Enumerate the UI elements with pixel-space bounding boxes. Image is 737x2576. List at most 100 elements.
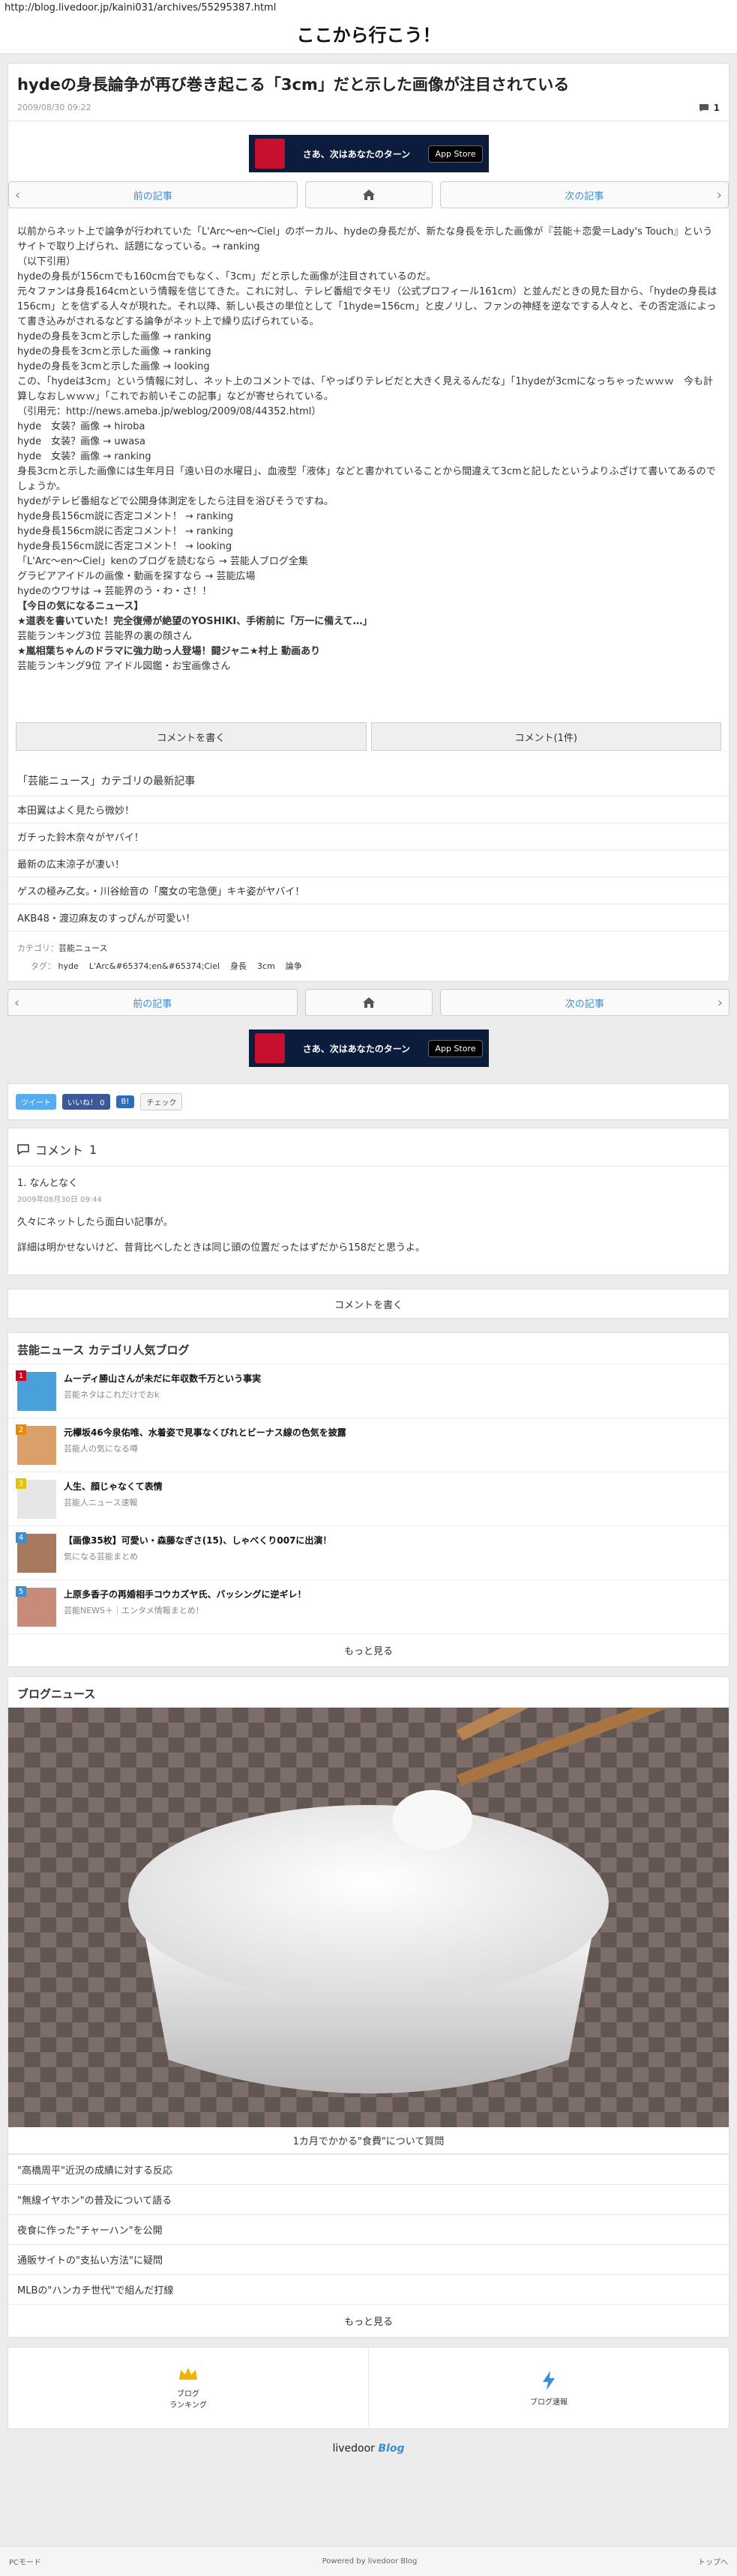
livedoor-blog-logo[interactable]: livedoor Blog	[0, 2429, 737, 2468]
pc-mode-link[interactable]: PCモード	[9, 2556, 41, 2567]
news-more-button[interactable]: もっと見る	[8, 2304, 729, 2337]
chevron-left-icon: ‹	[15, 187, 21, 203]
looking-link[interactable]: hyde身長156cm説に否定コメント！ → looking	[17, 541, 232, 552]
home-button[interactable]	[304, 989, 433, 1016]
prev-article-button[interactable]: ‹ 前の記事	[7, 989, 298, 1016]
tag-link[interactable]: 3cm	[257, 961, 275, 971]
ranking-link[interactable]: hyde身長156cm説に否定コメント！ → ranking	[17, 526, 233, 537]
news-link[interactable]: ★道表を書いていた！完全復帰が絶望のYOSHIKI、手術前に「万一に備えて…」	[17, 616, 373, 627]
tag-link[interactable]: 身長	[230, 961, 247, 971]
chevron-right-icon: ›	[716, 187, 722, 203]
category-heading: 「芸能ニュース」カテゴリの最新記事	[17, 775, 196, 787]
hatena-button[interactable]: B!	[115, 1095, 135, 1108]
news-link[interactable]: 夜食に作った"チャーハン"を公開	[8, 2214, 729, 2244]
hiroba-link[interactable]: hyde 女装？画像 → hiroba	[17, 421, 145, 432]
category-info: カテゴリ：芸能ニュース	[8, 931, 729, 957]
news-link[interactable]: 通販サイトの"支払い方法"に疑問	[8, 2244, 729, 2274]
chevron-left-icon: ‹	[14, 994, 20, 1011]
ranking-heading: 芸能ニュース カテゴリ人気ブログ	[7, 1332, 730, 1364]
powered-by: Powered by livedoor Blog	[322, 2557, 418, 2566]
article-body: 以前からネット上で論争が行われていた「L'Arc〜en〜Ciel」のボーカル、h…	[8, 216, 729, 682]
lightning-icon	[543, 2370, 555, 2390]
next-article-button[interactable]: 次の記事 ›	[439, 181, 729, 208]
home-icon	[362, 997, 375, 1008]
category-article-link[interactable]: AKB48・渡辺麻友のすっぴんが可愛い！	[8, 904, 729, 931]
ranking-item[interactable]: 3 人生、顔じゃなくて表情 芸能人ニュース速報	[8, 1472, 729, 1526]
category-link[interactable]: 芸能ニュース	[58, 943, 107, 953]
blog-ranking-button[interactable]: ブログ ランキング	[8, 2347, 368, 2428]
tag-list: タグ： hyde L'Arc&#65374;en&#65374;Ciel 身長 3cm…	[31, 961, 302, 971]
address-bar[interactable]: http://blog.livedoor.jp/kaini031/archive…	[0, 0, 737, 16]
thumbnail: 2	[16, 1424, 56, 1465]
camera-icon: 3	[16, 1478, 56, 1519]
home-icon	[362, 190, 375, 200]
comments-section: コメント 1 1. なんとなく 2009年08月30日 09:44 久々にネット…	[7, 1128, 730, 1275]
write-comment-button[interactable]: コメントを書く	[16, 722, 367, 751]
app-store-badge: App Store	[428, 145, 483, 163]
uwasa-link[interactable]: hyde 女装？画像 → uwasa	[17, 436, 145, 447]
prev-article-button[interactable]: ‹ 前の記事	[8, 181, 298, 208]
news-image[interactable]	[8, 1708, 729, 2127]
category-article-link[interactable]: 最新の広末涼子が凄い！	[8, 850, 729, 877]
ranking-item[interactable]: 1 ムーディ勝山さんが未だに年収数千万という事実 芸能ネタはこれだけでおk	[8, 1364, 729, 1418]
comment-text: 詳細は明かせないけど、昔背比べしたときは同じ頭の位置だったはずだから158だと思…	[17, 1242, 426, 1254]
speech-bubble-icon	[17, 1144, 29, 1155]
tag-link[interactable]: hyde	[58, 961, 79, 971]
thumbnail: 1	[16, 1370, 56, 1411]
ranking-item[interactable]: 5 上原多香子の再婚相手コウカズヤ氏、バッシングに逆ギレ！ 芸能NEWS＋｜エンタ…	[8, 1579, 729, 1633]
ranking-link[interactable]: hyde 女装？画像 → ranking	[17, 451, 151, 462]
share-bar: ツイート いいね！ 0 B! チェック	[7, 1083, 730, 1120]
news-caption[interactable]: 1カ月でかかる"食費"について質問	[8, 2127, 729, 2154]
blog-news-heading: ブログニュース	[7, 1676, 730, 1708]
category-article-link[interactable]: ゲスの極み乙女。・川谷絵音の「魔女の宅急便」キキ姿がヤバイ！	[8, 877, 729, 904]
news-link[interactable]: MLBの"ハンカチ世代"で組んだ打線	[8, 2274, 729, 2304]
news-link[interactable]: "無線イヤホン"の普及について語る	[8, 2184, 729, 2214]
ranking-item[interactable]: 2 元欅坂46今泉佑唯、水着姿で見事なくびれとビーナス線の色気を披露 芸能人の気に…	[8, 1418, 729, 1472]
like-button[interactable]: いいね！ 0	[62, 1094, 110, 1110]
ranking-item[interactable]: 4 【画像35枚】可愛い・森藤なぎさ(15)、しゃべくり007に出演！ 気になる芸…	[8, 1526, 729, 1579]
category-article-link[interactable]: ガチった鈴木奈々がヤバイ！	[8, 823, 729, 850]
uwasa-link[interactable]: hydeのウワサは → 芸能界のう・わ・さ！！	[17, 586, 211, 597]
paragraph: 以前からネット上で論争が行われていた「L'Arc〜en〜Ciel」のボーカル、h…	[17, 226, 713, 253]
looking-link[interactable]: hydeの身長を3cmと示した画像 → looking	[17, 361, 210, 372]
category-article-link[interactable]: 本田翼はよく見たら微妙！	[8, 796, 729, 823]
site-title[interactable]: ここから行こう！	[0, 16, 737, 54]
comment-count-button[interactable]: コメント(1件)	[370, 722, 721, 751]
bottom-bar: PCモード Powered by livedoor Blog トップへ	[0, 2546, 737, 2576]
ranking-site-link[interactable]: 芸能ランキング9位 アイドル図鑑・お宝画像さん	[17, 661, 230, 672]
tweet-button[interactable]: ツイート	[16, 1094, 56, 1110]
home-button[interactable]	[304, 181, 433, 208]
crown-icon	[179, 2368, 197, 2380]
chevron-right-icon: ›	[717, 994, 723, 1011]
comment-date: 2009年08月30日 09:44	[17, 1196, 102, 1204]
app-banner-ad[interactable]: さあ、次はあなたのターン App Store	[248, 135, 489, 172]
app-store-badge: App Store	[428, 1039, 483, 1057]
comment-author: 1. なんとなく	[17, 1178, 79, 1189]
article-card: hydeの身長論争が再び巻き起こる「3cm」だと示した画像が注目されている 20…	[7, 63, 730, 982]
thumbnail: 4	[16, 1532, 56, 1573]
blog-news: 1カ月でかかる"食費"について質問 "高橋周平"近況の成績に対する反応 "無線イ…	[7, 1708, 730, 2338]
app-banner-ad[interactable]: さあ、次はあなたのターン App Store	[248, 1030, 489, 1067]
comment-text: 久々にネットしたら面白い記事が。	[17, 1217, 173, 1228]
next-article-button[interactable]: 次の記事 ›	[439, 989, 730, 1016]
comments-heading: コメント 1	[8, 1128, 729, 1167]
tag-link[interactable]: L'Arc&#65374;en&#65374;Ciel	[89, 961, 220, 971]
back-to-top-link[interactable]: トップへ	[698, 2556, 728, 2567]
tag-link[interactable]: 論争	[286, 961, 302, 971]
thumbnail: 5	[16, 1586, 56, 1627]
blog-link[interactable]: 「L'Arc〜en〜Ciel」kenのブログを読むなら → 芸能人ブログ全集	[17, 556, 308, 567]
article-title: hydeの身長論争が再び巻き起こる「3cm」だと示した画像が注目されている	[17, 76, 570, 94]
check-button[interactable]: チェック	[140, 1093, 183, 1110]
comment-counter[interactable]: 1	[699, 103, 720, 113]
ranking-more-button[interactable]: もっと見る	[8, 1633, 729, 1666]
hiroba-link[interactable]: グラビアアイドルの画像・動画を探すなら → 芸能広場	[17, 571, 256, 582]
news-link[interactable]: ★嵐相葉ちゃんのドラマに強力助っ人登場！闘ジャニ★村上 動画あり	[17, 646, 320, 657]
ranking-link[interactable]: hyde身長156cm説に否定コメント！ → ranking	[17, 511, 233, 522]
ranking-site-link[interactable]: 芸能ランキング3位 芸能界の裏の顔さん	[17, 631, 192, 642]
ranking-link[interactable]: hydeの身長を3cmと示した画像 → ranking	[17, 346, 211, 357]
ranking-link[interactable]: hydeの身長を3cmと示した画像 → ranking	[17, 331, 211, 342]
blog-news-button[interactable]: ブログ速報	[368, 2347, 729, 2428]
write-comment-button[interactable]: コメントを書く	[7, 1289, 730, 1319]
comment-icon	[699, 104, 709, 112]
news-link[interactable]: "高橋周平"近況の成績に対する反応	[8, 2154, 729, 2184]
